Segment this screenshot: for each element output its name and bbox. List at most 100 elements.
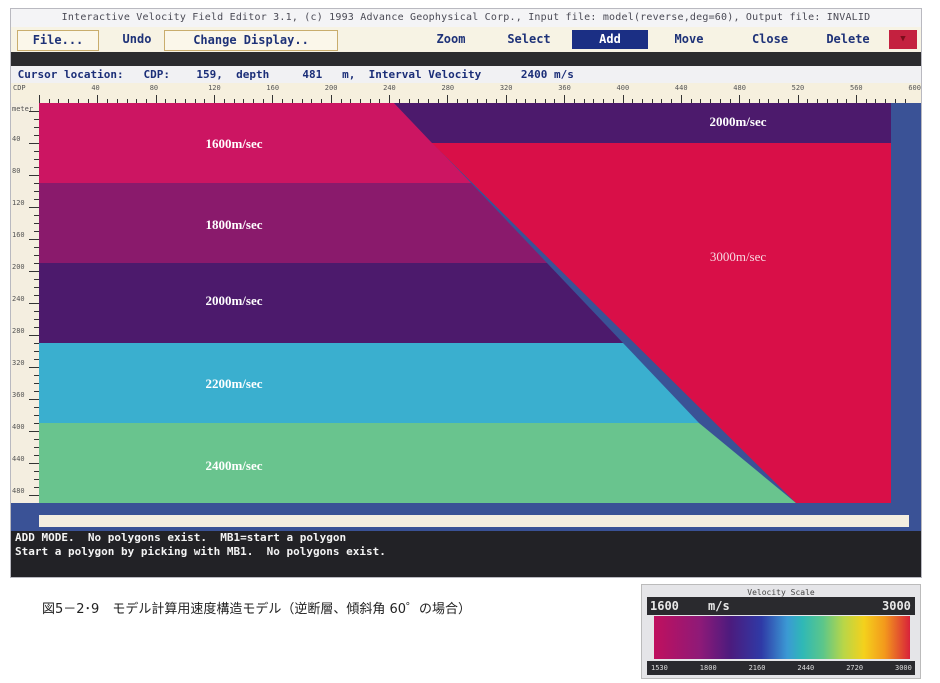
x-ruler-tick <box>505 95 507 103</box>
x-ruler-tick-label: 280 <box>441 84 455 92</box>
velocity-scale-header <box>647 597 915 615</box>
x-ruler-tick <box>855 95 857 103</box>
x-ruler-tick-label: 40 <box>91 84 100 92</box>
layer-2000-right[interactable] <box>394 103 891 143</box>
y-ruler-tick <box>29 111 39 112</box>
x-ruler-tick-label: 520 <box>791 84 805 92</box>
y-ruler-tick-label: 200 <box>12 263 25 271</box>
velocity-model-plot[interactable]: 1600m/sec 1800m/sec 2000m/sec 2200m/sec … <box>39 103 891 503</box>
layer-3000-label: 3000m/sec <box>710 249 767 264</box>
y-ruler-tick-label: 40 <box>12 135 21 143</box>
y-ruler-tick-label: 240 <box>12 295 25 303</box>
x-ruler-tick <box>155 95 157 103</box>
x-ruler-tick <box>39 95 40 103</box>
select-button[interactable]: Select <box>497 30 561 49</box>
velocity-color-bar <box>654 616 910 659</box>
y-ruler-tick-label: 280 <box>12 327 25 335</box>
bottom-ruler <box>39 515 909 527</box>
menu-indicator-icon[interactable]: ▼ <box>889 30 917 49</box>
velocity-scale-tick-label: 1800 <box>699 664 717 672</box>
y-ruler-tick <box>29 399 39 400</box>
layer-2000-right-label: 2000m/sec <box>709 114 766 129</box>
y-ruler-tick-label: 360 <box>12 391 25 399</box>
x-ruler-tick-label: 320 <box>499 84 513 92</box>
x-ruler-tick-label: 120 <box>208 84 221 92</box>
velocity-scale-panel: Velocity Scale 1600 m/s 3000 1530 1800 216… <box>641 584 921 679</box>
x-ruler-tick-label: 400 <box>616 84 630 92</box>
layer-2000-left-label: 2000m/sec <box>205 293 262 308</box>
y-ruler-tick <box>29 495 39 496</box>
y-ruler-tick-label: 320 <box>12 359 25 367</box>
add-button[interactable]: Add <box>572 30 648 49</box>
x-ruler-tick <box>214 95 216 103</box>
x-ruler-tick <box>97 95 99 103</box>
velocity-scale-tick-label: 1530 <box>651 664 668 672</box>
y-ruler-tick <box>29 431 39 432</box>
velocity-scale-tick-label: 2160 <box>748 664 766 672</box>
x-ruler-tick <box>904 99 906 103</box>
cursor-status: Cursor location: CDP: 159, depth 481 m, … <box>11 66 921 83</box>
title-bar: Interactive Velocity Field Editor 3.1, (… <box>11 9 921 27</box>
y-ruler-tick <box>29 239 39 240</box>
y-ruler-tick-label: 80 <box>12 167 21 175</box>
menu-bar: File... Undo Change Display.. Zoom Selec… <box>11 27 921 52</box>
velocity-scale-unit: m/s <box>708 599 730 613</box>
x-ruler-tick-label: 440 <box>674 84 688 92</box>
file-menu-button[interactable]: File... <box>17 30 99 51</box>
y-ruler-tick-label: 400 <box>12 423 25 431</box>
x-ruler-tick-label: 360 <box>558 84 571 92</box>
x-ruler-tick-label: 560 <box>849 84 863 92</box>
y-ruler: meter 40 80 120 160 200 240 280 320 360 400 440 480 <box>11 103 39 503</box>
velocity-scale-tick-label: 3000 <box>895 664 912 672</box>
velocity-scale-ticks: 1530 1800 2160 2440 2720 3000 <box>647 661 915 675</box>
move-button[interactable]: Move <box>658 30 720 49</box>
layer-1800-label: 1800m/sec <box>205 217 262 232</box>
y-ruler-tick <box>29 335 39 336</box>
x-ruler-tick <box>272 95 274 103</box>
x-ruler-tick <box>447 95 449 103</box>
y-ruler-tick-label: 120 <box>12 199 25 207</box>
velocity-model-svg: 1600m/sec 1800m/sec 2000m/sec 2200m/sec … <box>39 103 891 503</box>
x-ruler-tick-label: 160 <box>266 84 280 92</box>
delete-button[interactable]: Delete <box>815 30 881 49</box>
zoom-button[interactable]: Zoom <box>421 30 481 49</box>
x-ruler-tick <box>797 95 799 103</box>
toolbar-divider <box>11 52 921 66</box>
layer-2000-left[interactable] <box>39 263 623 343</box>
velocity-scale-tick-label: 2440 <box>797 664 815 672</box>
layer-2400-label: 2400m/sec <box>205 458 262 473</box>
x-ruler-tick <box>564 95 566 103</box>
y-ruler-tick <box>29 143 39 144</box>
editor-window: Interactive Velocity Field Editor 3.1, (… <box>10 8 922 578</box>
x-ruler-tick <box>330 95 332 103</box>
undo-button[interactable]: Undo <box>109 30 165 49</box>
layer-1600-label: 1600m/sec <box>205 136 262 151</box>
y-ruler-tick <box>29 207 39 208</box>
x-ruler-tick <box>680 95 682 103</box>
message-line-1: ADD MODE. No polygons exist. MB1=start a… <box>15 531 347 544</box>
y-ruler-tick <box>29 271 39 272</box>
velocity-canvas[interactable]: CDP 40 80 120 160 200 240 280 320 360 400 440 480 52… <box>11 83 921 531</box>
y-ruler-tick-label: 160 <box>12 231 25 239</box>
close-button[interactable]: Close <box>739 30 801 49</box>
x-ruler-tick-label: 200 <box>324 84 338 92</box>
layer-2200-label: 2200m/sec <box>205 376 262 391</box>
layer-1800[interactable] <box>39 183 547 263</box>
y-ruler-tick-label: 480 <box>12 487 25 495</box>
x-ruler-tick <box>389 95 391 103</box>
y-ruler-tick <box>29 175 39 176</box>
velocity-scale-title: Velocity Scale <box>747 588 815 597</box>
figure-caption: 図5－2･9 モデル計算用速度構造モデル（逆断層、傾斜角 60゜の場合） <box>42 602 471 617</box>
y-ruler-tick <box>29 463 39 464</box>
x-ruler: CDP 40 80 120 160 200 240 280 320 360 400 440 480 52… <box>11 83 921 103</box>
x-ruler-tick-label: 480 <box>733 84 746 92</box>
y-ruler-tick-label: 440 <box>12 455 25 463</box>
x-ruler-tick-label: 600 <box>908 84 921 92</box>
layer-2200[interactable] <box>39 343 699 423</box>
velocity-scale-low: 1600 <box>650 599 679 613</box>
x-ruler-label: CDP <box>13 84 26 92</box>
message-area: ADD MODE. No polygons exist. MB1=start a… <box>11 531 921 577</box>
x-ruler-tick <box>622 95 624 103</box>
layer-2400[interactable] <box>39 423 796 503</box>
change-display-button[interactable]: Change Display.. <box>164 30 338 51</box>
